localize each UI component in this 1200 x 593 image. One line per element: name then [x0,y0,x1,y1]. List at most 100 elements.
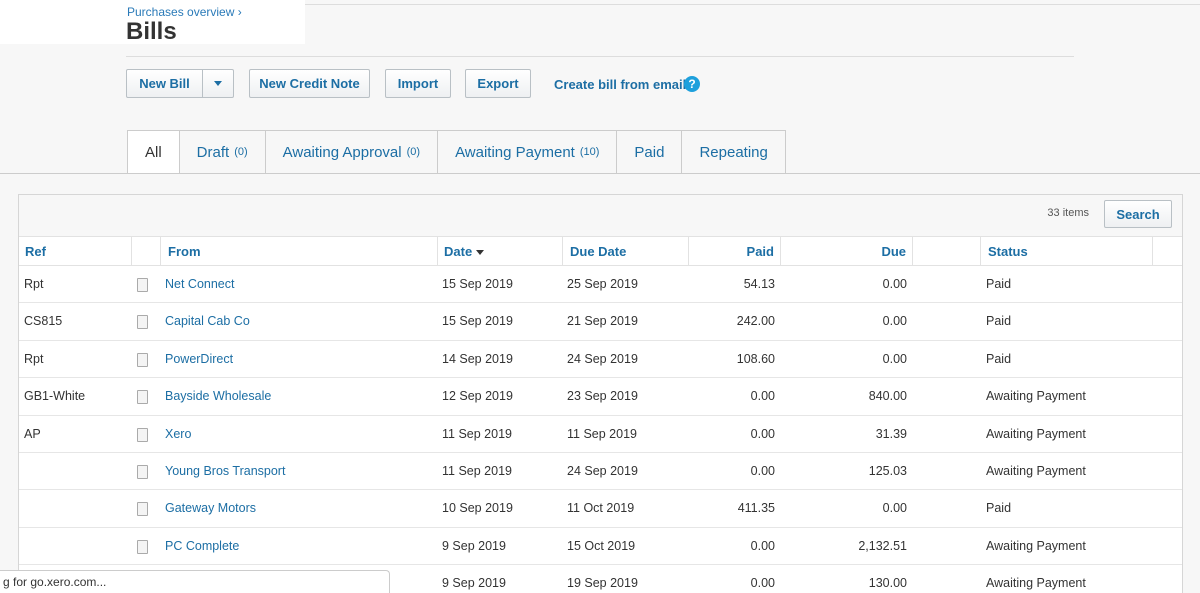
column-header-ref[interactable]: Ref [25,237,46,266]
cell-date: 11 Sep 2019 [442,463,512,478]
help-icon[interactable]: ? [684,76,700,92]
new-bill-dropdown-button[interactable] [203,81,233,86]
tab-draft[interactable]: Draft (0) [179,130,266,174]
cell-due-date: 19 Sep 2019 [567,576,638,591]
column-header-from[interactable]: From [168,237,201,266]
cell-ref: Rpt [24,351,44,366]
column-divider [912,237,913,266]
cell-due-date: 24 Sep 2019 [567,351,638,366]
cell-from-link[interactable]: Net Connect [165,266,234,303]
cell-due-date: 11 Sep 2019 [567,426,637,441]
column-header-due-date[interactable]: Due Date [570,237,626,266]
document-icon [137,278,148,292]
cell-paid: 0.00 [750,426,775,441]
cell-date: 10 Sep 2019 [442,501,513,516]
column-divider [780,237,781,266]
column-header-date[interactable]: Date [444,237,485,266]
cell-paid: 0.00 [750,463,775,478]
cell-due-date: 24 Sep 2019 [567,463,638,478]
cell-due: 0.00 [882,277,907,291]
chevron-down-icon [214,81,222,86]
create-bill-from-email-link[interactable]: Create bill from email [554,77,686,92]
cell-due: 0.00 [882,314,907,329]
cell-from-link[interactable]: Xero [165,416,191,453]
cell-status: Awaiting Payment [986,576,1086,591]
cell-due: 840.00 [868,389,907,404]
new-credit-note-button[interactable]: New Credit Note [249,69,370,98]
table-row[interactable]: Rpt PowerDirect 14 Sep 2019 24 Sep 2019 … [19,341,1182,379]
column-header-due[interactable]: Due [881,237,906,266]
cell-due-date: 21 Sep 2019 [567,314,638,329]
tab-awaiting-approval[interactable]: Awaiting Approval (0) [265,130,439,174]
table-row[interactable]: Rpt Net Connect 15 Sep 2019 25 Sep 2019 … [19,266,1182,304]
cell-ref: AP [24,426,41,441]
column-divider [131,237,132,266]
tab-label: Awaiting Payment [455,143,575,161]
cell-date: 11 Sep 2019 [442,426,512,441]
items-count: 33 items [1047,207,1089,219]
cell-status: Paid [986,277,1012,291]
cell-from-link[interactable]: Gateway Motors [165,490,256,527]
import-button[interactable]: Import [385,69,451,98]
table-row[interactable]: Young Bros Transport 11 Sep 2019 24 Sep … [19,453,1182,491]
cell-ref: CS815 [24,314,63,329]
cell-status: Paid [986,351,1012,366]
cell-due: 0.00 [882,351,907,366]
column-header-paid[interactable]: Paid [747,237,774,266]
document-icon [137,315,148,330]
table-header: Ref From Date Due Date Paid Due Status [19,237,1182,266]
tab-count: (0) [234,146,248,158]
page-title: Bills [126,18,177,45]
cell-date: 9 Sep 2019 [442,576,506,591]
cell-from-link[interactable]: Bayside Wholesale [165,378,271,415]
cell-from-link[interactable]: PC Complete [165,528,239,565]
document-icon [137,502,148,517]
cell-paid: 0.00 [750,538,775,553]
cell-paid: 0.00 [750,389,775,404]
new-bill-button[interactable]: New Bill [127,76,202,91]
document-icon [137,427,148,442]
tab-label: All [145,143,162,161]
column-divider [437,237,438,266]
top-divider [305,4,1200,5]
cell-paid: 411.35 [737,501,775,516]
tab-all[interactable]: All [127,130,180,174]
export-button[interactable]: Export [465,69,531,98]
table-row[interactable]: CS815 Capital Cab Co 15 Sep 2019 21 Sep … [19,303,1182,341]
tab-paid[interactable]: Paid [617,130,683,174]
breadcrumb[interactable]: Purchases overview › [127,5,242,19]
new-bill-button-group: New Bill [126,69,234,98]
column-divider [688,237,689,266]
table-row[interactable]: AP Xero 11 Sep 2019 11 Sep 2019 0.00 31.… [19,416,1182,453]
column-header-date-label: Date [444,244,473,259]
cell-paid: 108.60 [736,351,775,366]
page-header: Purchases overview › Bills New Bill New … [0,0,1200,174]
cell-due: 125.03 [868,463,907,478]
search-button[interactable]: Search [1104,200,1172,228]
cell-from-link[interactable]: Young Bros Transport [165,453,285,490]
tab-label: Paid [634,143,665,161]
tab-label: Repeating [699,143,768,161]
cell-status: Awaiting Payment [986,426,1086,441]
table-row[interactable]: Gateway Motors 10 Sep 2019 11 Oct 2019 4… [19,490,1182,528]
bills-table-body: Rpt Net Connect 15 Sep 2019 25 Sep 2019 … [19,266,1182,593]
column-header-status[interactable]: Status [988,237,1028,266]
status-tabs: All Draft (0) Awaiting Approval (0) Awai… [127,130,786,174]
cell-due: 31.39 [875,426,907,441]
cell-from-link[interactable]: PowerDirect [165,341,233,378]
cell-from-link[interactable]: Capital Cab Co [165,303,250,340]
tab-label: Draft [196,143,230,161]
tab-repeating[interactable]: Repeating [682,130,786,174]
cell-paid: 0.00 [750,576,775,591]
list-toolbar: 33 items Search [19,195,1182,237]
tabs-divider [0,173,1200,174]
cell-status: Awaiting Payment [986,389,1086,404]
cell-status: Awaiting Payment [986,538,1086,553]
tab-count: (0) [406,146,421,158]
table-row[interactable]: PC Complete 9 Sep 2019 15 Oct 2019 0.00 … [19,528,1182,566]
cell-ref: GB1-White [24,389,86,404]
document-icon [137,539,148,554]
tab-awaiting-payment[interactable]: Awaiting Payment (10) [438,130,618,174]
table-row[interactable]: GB1-White Bayside Wholesale 12 Sep 2019 … [19,378,1182,416]
cell-status: Paid [986,501,1012,516]
